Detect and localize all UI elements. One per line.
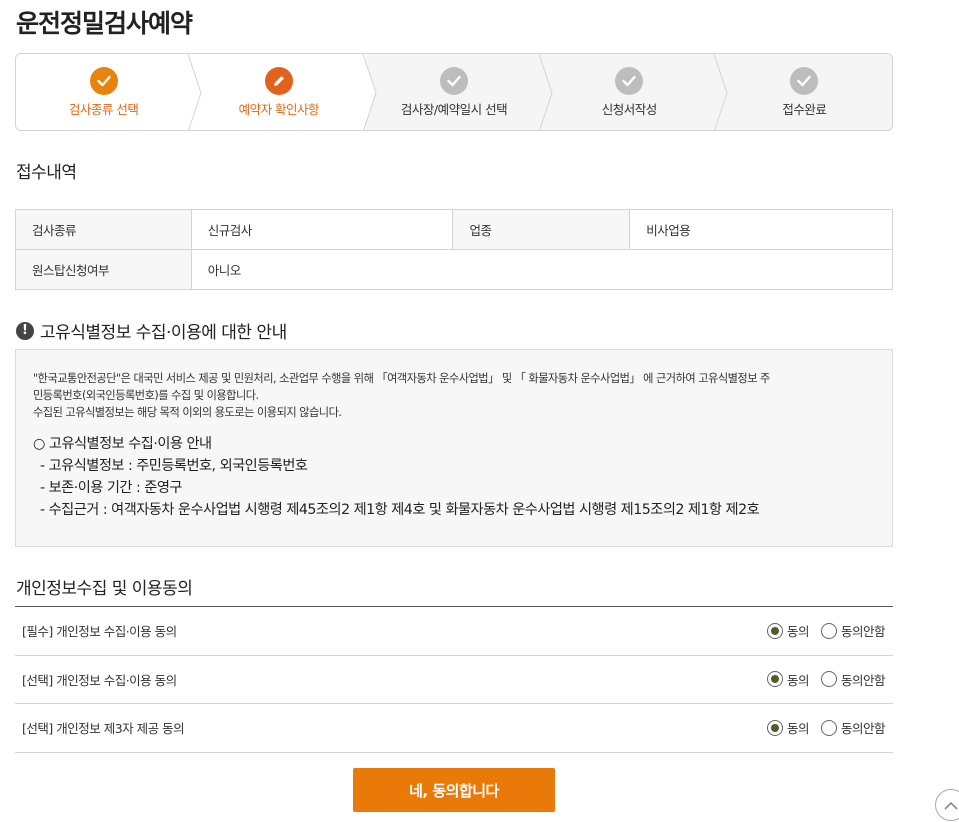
consent-label: [선택] 개인정보 제3자 제공 동의	[22, 721, 185, 737]
agree-radio[interactable]: 동의	[766, 670, 810, 689]
step-4: 신청서작성	[542, 54, 717, 130]
step-label: 검사종류 선택	[68, 102, 139, 117]
radio-label: 동의	[786, 672, 810, 688]
consent-row: [선택] 개인정보 제3자 제공 동의 동의 동의안함	[15, 704, 893, 753]
agree-radio[interactable]: 동의	[766, 718, 810, 737]
notice-paragraph: 수집된 고유식별정보는 해당 목적 이외의 용도로는 이용되지 않습니다.	[33, 406, 342, 419]
table-row: 원스탑신청여부 아니오	[15, 249, 894, 290]
table-header-cell: 검사종류	[15, 209, 192, 250]
notice-heading: ! 고유식별정보 수집·이용에 대한 안내	[16, 318, 287, 343]
consent-radio-group: 동의 동의안함	[755, 621, 886, 640]
receipt-table: 검사종류 신규검사 업종 비사업용 원스탑신청여부 아니오	[15, 209, 894, 290]
consent-label: [필수] 개인정보 수집·이용 동의	[22, 624, 177, 640]
radio-selected-icon[interactable]	[766, 622, 783, 639]
agree-button[interactable]: 네, 동의합니다	[353, 768, 555, 812]
radio-empty-icon[interactable]	[820, 622, 837, 639]
check-icon	[615, 67, 644, 95]
page-title: 운전정밀검사예약	[16, 9, 193, 38]
consent-row: [선택] 개인정보 수집·이용 동의 동의 동의안함	[15, 656, 893, 704]
progress-stepper: 검사종류 선택 예약자 확인사항 검사장/예약일시 선택 신청서작성 접수완료	[15, 53, 893, 131]
radio-selected-icon[interactable]	[766, 671, 783, 688]
step-3: 검사장/예약일시 선택	[366, 54, 541, 130]
table-header-cell: 원스탑신청여부	[15, 249, 192, 290]
step-label: 신청서작성	[601, 102, 658, 117]
step-5: 접수완료	[717, 54, 892, 130]
radio-label: 동의안함	[840, 624, 886, 640]
pencil-icon	[264, 67, 293, 95]
radio-label: 동의	[786, 624, 810, 640]
table-cell: 아니오	[190, 249, 894, 290]
step-separator-icon	[188, 54, 202, 130]
step-separator-icon	[363, 54, 377, 130]
notice-box: "한국교통안전공단"은 대국민 서비스 제공 및 민원처리, 소관업무 수행을 …	[15, 349, 893, 547]
table-header-cell: 업종	[452, 209, 631, 250]
step-label: 접수완료	[782, 102, 827, 117]
notice-paragraph: "한국교통안전공단"은 대국민 서비스 제공 및 민원처리, 소관업무 수행을 …	[33, 372, 770, 385]
step-1: 검사종류 선택	[16, 54, 192, 130]
table-cell: 신규검사	[190, 209, 454, 250]
check-icon	[790, 67, 819, 95]
consent-row: [필수] 개인정보 수집·이용 동의 동의 동의안함	[15, 607, 893, 656]
radio-selected-icon[interactable]	[766, 719, 783, 736]
disagree-radio[interactable]: 동의안함	[820, 718, 886, 737]
disagree-radio[interactable]: 동의안함	[820, 621, 886, 640]
radio-label: 동의안함	[840, 672, 886, 688]
radio-label: 동의	[786, 721, 810, 737]
notice-title: 고유식별정보 수집·이용에 대한 안내	[40, 323, 287, 343]
step-2: 예약자 확인사항	[191, 54, 367, 130]
step-separator-icon	[714, 54, 728, 130]
receipt-title: 접수내역	[16, 163, 77, 183]
step-label: 검사장/예약일시 선택	[400, 102, 508, 117]
table-cell: 비사업용	[629, 209, 893, 250]
step-label: 예약자 확인사항	[238, 102, 320, 117]
exclamation-icon: !	[16, 321, 34, 340]
consent-label: [선택] 개인정보 수집·이용 동의	[22, 672, 177, 688]
notice-item: - 수집근거 : 여객자동차 운수사업법 시행령 제45조의2 제1항 제4호 …	[40, 502, 760, 518]
notice-item: - 고유식별정보 : 주민등록번호, 외국인등록번호	[40, 458, 308, 474]
radio-empty-icon[interactable]	[820, 671, 837, 688]
consent-radio-group: 동의 동의안함	[755, 670, 886, 689]
check-icon	[89, 67, 118, 95]
radio-label: 동의안함	[840, 721, 886, 737]
notice-item: ○ 고유식별정보 수집·이용 안내	[33, 436, 212, 452]
radio-empty-icon[interactable]	[820, 719, 837, 736]
notice-item: - 보존·이용 기간 : 준영구	[40, 480, 182, 496]
consent-list: [필수] 개인정보 수집·이용 동의 동의 동의안함 [선택] 개인정보 수집·…	[15, 606, 893, 753]
consent-title: 개인정보수집 및 이용동의	[16, 579, 193, 599]
disagree-radio[interactable]: 동의안함	[820, 670, 886, 689]
table-row: 검사종류 신규검사 업종 비사업용	[15, 209, 893, 250]
notice-paragraph: 민등록번호(외국인등록번호)를 수집 및 이용합니다.	[33, 389, 259, 402]
chevron-up-icon	[944, 801, 958, 810]
scroll-top-button[interactable]	[935, 789, 959, 821]
check-icon	[440, 67, 468, 95]
step-separator-icon	[539, 54, 553, 130]
agree-radio[interactable]: 동의	[766, 621, 810, 640]
consent-radio-group: 동의 동의안함	[755, 718, 886, 737]
